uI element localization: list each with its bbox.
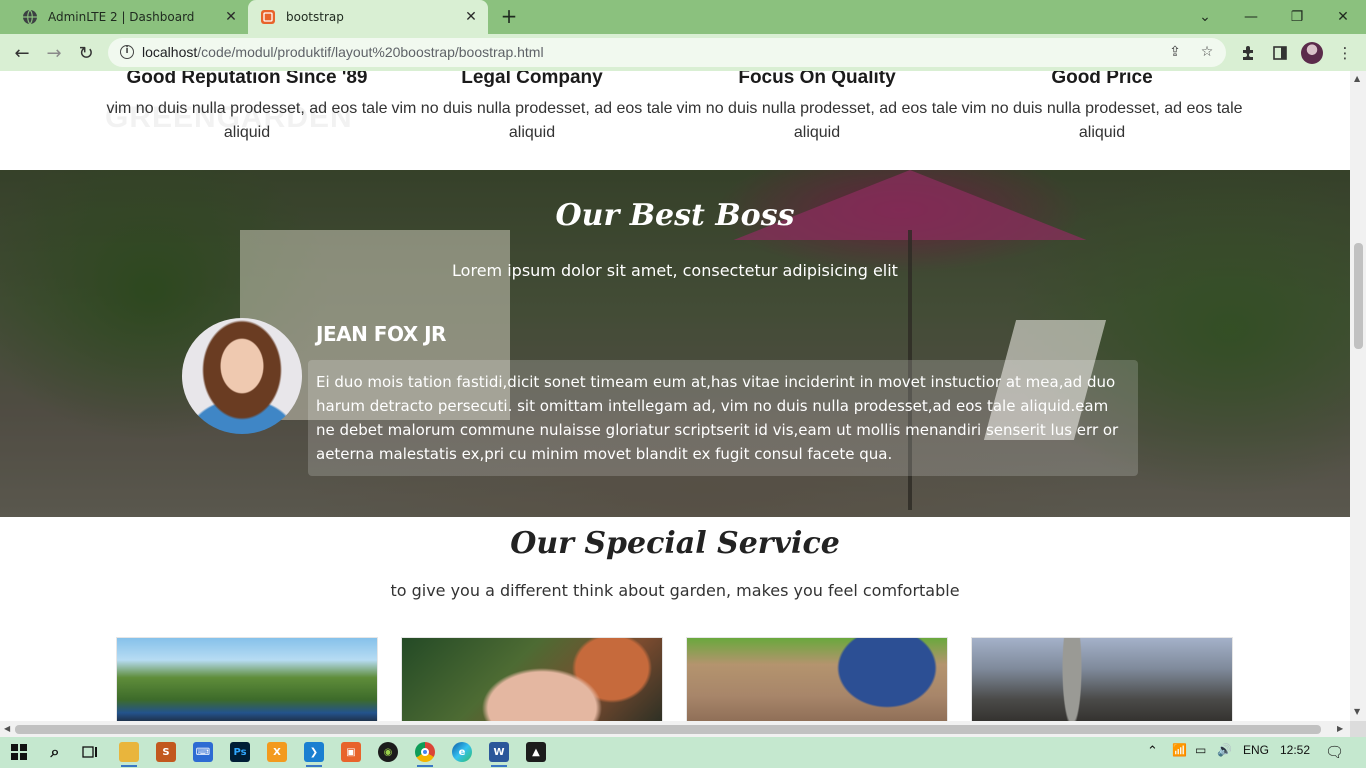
edge-icon[interactable]: e (452, 742, 472, 762)
media-player-icon[interactable]: ◉ (378, 742, 398, 762)
vscode-icon[interactable]: ❯ (304, 742, 324, 767)
service-section-title: Our Special Service (510, 526, 840, 561)
menu-kebab-icon[interactable]: ⋮ (1334, 42, 1356, 64)
feature-text: vim no duis nulla prodesset, ad eos tale… (391, 100, 673, 141)
tab-title: AdminLTE 2 | Dashboard (48, 10, 195, 24)
service-card-shovel[interactable] (971, 637, 1233, 721)
xampp-icon[interactable]: X (267, 742, 287, 762)
site-info-icon[interactable]: i (120, 45, 134, 59)
service-card-planting[interactable] (686, 637, 948, 721)
windows-start-icon[interactable] (9, 742, 29, 762)
extensions-icon[interactable] (1237, 42, 1259, 64)
wifi-icon[interactable]: 📶 (1172, 743, 1187, 757)
clock[interactable]: 12:52 (1280, 743, 1310, 757)
boss-section-title: Our Best Boss (555, 198, 795, 233)
feature-title: Focus On Quality (738, 71, 896, 88)
best-boss-section: Our Best Boss Lorem ipsum dolor sit amet… (0, 170, 1350, 517)
minimize-icon[interactable]: — (1228, 0, 1274, 34)
service-card-potted-plant[interactable] (401, 637, 663, 721)
feature-reputation: Good Reputation Since '89 vim no duis nu… (102, 71, 392, 145)
photos-icon[interactable]: ▲ (526, 742, 546, 762)
feature-title: Legal Company (461, 71, 603, 88)
photoshop-icon[interactable]: Ps (230, 742, 250, 762)
feature-title: Good Reputation Since '89 (126, 71, 368, 88)
scroll-right-icon[interactable]: ▶ (1337, 724, 1343, 733)
task-view-icon[interactable] (80, 742, 100, 762)
horizontal-scroll-thumb[interactable] (15, 725, 1321, 734)
boss-quote: Ei duo mois tation fastidi,dicit sonet t… (308, 360, 1138, 476)
horizontal-scrollbar[interactable]: ◀ ▶ (0, 721, 1350, 737)
boss-section-subtitle: Lorem ipsum dolor sit amet, consectetur … (452, 261, 898, 280)
feature-title: Good Price (1051, 71, 1153, 88)
side-panel-icon[interactable] (1269, 42, 1291, 64)
feature-text: vim no duis nulla prodesset, ad eos tale… (961, 100, 1243, 141)
feature-price: Good Price vim no duis nulla prodesset, … (957, 71, 1247, 145)
address-bar[interactable]: i localhost/code/modul/produktif/layout%… (108, 38, 1226, 67)
bookmark-star-icon[interactable]: ☆ (1198, 44, 1216, 62)
word-icon[interactable]: W (489, 742, 509, 767)
vertical-scrollbar[interactable]: ▲ ▼ (1350, 71, 1366, 721)
scroll-up-icon[interactable]: ▲ (1354, 74, 1360, 83)
new-tab-icon[interactable]: + (498, 6, 520, 28)
url-text[interactable]: localhost/code/modul/produktif/layout%20… (142, 44, 544, 60)
html-file-icon (260, 9, 276, 25)
windows-taskbar: ⌕ S ⌨ Ps X ❯ ▣ ◉ e W ▲ ⌃ 📶 ▭ 🔊 ENG 12:52… (0, 737, 1366, 768)
profile-avatar[interactable] (1301, 42, 1323, 64)
reload-icon[interactable]: ↻ (73, 40, 99, 66)
browser-tab-bar: AdminLTE 2 | Dashboard ✕ bootstrap ✕ + ⌄… (0, 0, 1366, 34)
file-explorer-icon[interactable] (119, 742, 139, 767)
notifications-icon[interactable]: 🗨 (1325, 743, 1344, 761)
feature-quality: Focus On Quality vim no duis nulla prode… (672, 71, 962, 145)
globe-icon (22, 9, 38, 25)
share-icon[interactable]: ⇪ (1166, 44, 1184, 62)
scroll-down-icon[interactable]: ▼ (1354, 707, 1360, 716)
tray-overflow-icon[interactable]: ⌃ (1147, 743, 1158, 759)
chrome-icon[interactable] (415, 742, 435, 767)
tab-bootstrap[interactable]: bootstrap ✕ (248, 0, 488, 34)
close-tab-icon[interactable]: ✕ (464, 10, 478, 24)
search-icon[interactable]: ⌕ (45, 742, 65, 762)
battery-icon[interactable]: ▭ (1195, 743, 1206, 757)
restore-icon[interactable]: ❐ (1274, 0, 1320, 34)
tab-title: bootstrap (286, 10, 344, 24)
boss-avatar (182, 318, 302, 434)
feature-text: vim no duis nulla prodesset, ad eos tale… (106, 100, 388, 141)
volume-icon[interactable]: 🔊 (1217, 743, 1232, 757)
browser-toolbar: ← → ↻ i localhost/code/modul/produktif/l… (0, 34, 1366, 71)
scrollbar-corner (1350, 721, 1366, 737)
page-viewport: GREENGARDEN Good Reputation Since '89 vi… (0, 71, 1350, 721)
language-indicator[interactable]: ENG (1243, 743, 1269, 757)
vertical-scroll-thumb[interactable] (1354, 243, 1363, 349)
sublime-text-icon[interactable]: S (156, 742, 176, 762)
back-icon[interactable]: ← (9, 40, 35, 66)
close-tab-icon[interactable]: ✕ (224, 10, 238, 24)
scroll-left-icon[interactable]: ◀ (4, 724, 10, 733)
tab-adminlte[interactable]: AdminLTE 2 | Dashboard ✕ (8, 0, 248, 34)
feature-text: vim no duis nulla prodesset, ad eos tale… (676, 100, 958, 141)
tab-search-icon[interactable]: ⌄ (1182, 0, 1228, 34)
boss-name: JEAN FOX JR (316, 322, 446, 346)
close-window-icon[interactable]: ✕ (1320, 0, 1366, 34)
forward-icon[interactable]: → (41, 40, 67, 66)
service-section-subtitle: to give you a different think about gard… (390, 581, 960, 600)
feature-legal: Legal Company vim no duis nulla prodesse… (387, 71, 677, 145)
keyboard-app-icon[interactable]: ⌨ (193, 742, 213, 762)
service-card-lawn-mower[interactable] (116, 637, 378, 721)
html-editor-icon[interactable]: ▣ (341, 742, 361, 762)
